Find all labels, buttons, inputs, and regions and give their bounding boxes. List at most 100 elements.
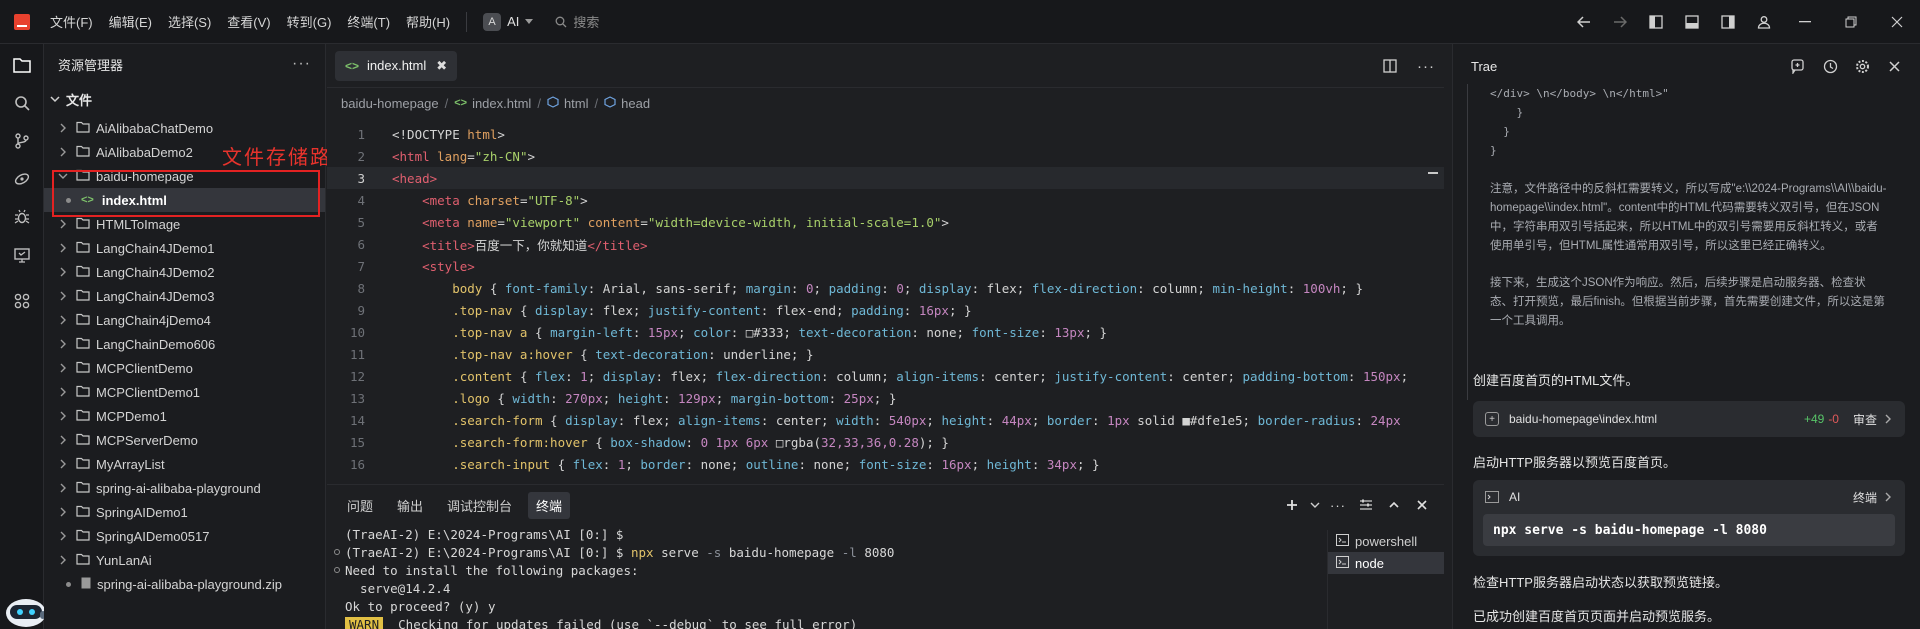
tab-debug-console[interactable]: 调试控制台 bbox=[439, 492, 520, 519]
code-token: { bbox=[580, 346, 596, 362]
tab-output[interactable]: 输出 bbox=[389, 492, 431, 519]
code-token: ; bbox=[813, 280, 829, 296]
folder-item[interactable]: HTMLToImage bbox=[44, 212, 325, 236]
chevron-down-icon[interactable] bbox=[1306, 500, 1324, 510]
command-status-icon bbox=[331, 567, 343, 573]
review-button[interactable]: 审查 bbox=[1853, 411, 1877, 428]
breadcrumb-item[interactable]: index.html bbox=[472, 96, 531, 111]
menu-item-5[interactable]: 终端(T) bbox=[347, 12, 390, 31]
file-change-card[interactable]: + baidu-homepage\index.html +49 -0 审查 bbox=[1473, 401, 1905, 437]
tab-terminal[interactable]: 终端 bbox=[528, 491, 571, 519]
remote-explorer-icon[interactable] bbox=[0, 236, 44, 274]
folder-item[interactable]: MyArrayList bbox=[44, 452, 325, 476]
chevron-right-icon bbox=[1885, 492, 1891, 502]
folder-item[interactable]: MCPClientDemo1 bbox=[44, 380, 325, 404]
code-token: height bbox=[941, 412, 987, 428]
search-icon bbox=[555, 16, 567, 27]
search-input[interactable]: 搜索 bbox=[555, 12, 599, 31]
ai-mode-selector[interactable]: A AI bbox=[483, 12, 534, 31]
menu-item-3[interactable]: 查看(V) bbox=[227, 12, 270, 31]
folder-item[interactable]: LangChainDemo606 bbox=[44, 332, 325, 356]
code-token: <head> bbox=[392, 170, 438, 186]
code-token: 100vh bbox=[1302, 280, 1341, 296]
menu-item-2[interactable]: 选择(S) bbox=[168, 12, 211, 31]
folder-item[interactable]: AiAlibabaChatDemo bbox=[44, 116, 325, 140]
menu-item-4[interactable]: 转到(G) bbox=[287, 12, 332, 31]
close-panel-icon[interactable] bbox=[1408, 500, 1436, 510]
more-actions-icon[interactable]: ··· bbox=[292, 55, 311, 73]
code-token: "UTF-8" bbox=[527, 192, 581, 208]
folder-item[interactable]: SpringAIDemo1 bbox=[44, 500, 325, 524]
folder-item[interactable]: YunLanAi bbox=[44, 548, 325, 572]
menu-item-1[interactable]: 编辑(E) bbox=[109, 12, 152, 31]
settings-gear-icon[interactable] bbox=[1846, 59, 1878, 74]
maximize-panel-icon[interactable] bbox=[1380, 500, 1408, 510]
code-token: .search-input bbox=[392, 456, 558, 472]
split-editor-icon[interactable] bbox=[1372, 59, 1408, 73]
more-actions-icon[interactable]: ··· bbox=[1408, 58, 1444, 75]
code-token: : center; bbox=[1167, 368, 1243, 384]
chevron-right-icon bbox=[56, 555, 70, 565]
folder-item[interactable]: MCPServerDemo bbox=[44, 428, 325, 452]
toggle-sidebar-icon[interactable] bbox=[1638, 0, 1674, 44]
code-token: 1 bbox=[580, 368, 588, 384]
minimize-icon[interactable] bbox=[1782, 0, 1828, 44]
code-token: = bbox=[497, 214, 505, 230]
terminal-output[interactable]: (TraeAI-2) E:\2024-Programs\AI [0:] $ (Tr… bbox=[327, 525, 1317, 629]
extensions-icon[interactable] bbox=[0, 282, 44, 320]
tab-problems[interactable]: 问题 bbox=[339, 492, 381, 519]
folder-item[interactable]: MCPDemo1 bbox=[44, 404, 325, 428]
file-item-index-html[interactable]: <> index.html bbox=[44, 188, 325, 212]
close-window-icon[interactable] bbox=[1874, 0, 1920, 44]
code-text: .top-nav a:hover { text-decoration: unde… bbox=[392, 347, 813, 362]
chevron-right-icon bbox=[56, 507, 70, 517]
remote-icon[interactable] bbox=[0, 160, 44, 198]
folder-item[interactable]: SpringAIDemo0517 bbox=[44, 524, 325, 548]
toggle-chat-icon[interactable] bbox=[1710, 0, 1746, 44]
line-number: 10 bbox=[349, 324, 365, 340]
code-editor[interactable]: 1 <!DOCTYPE html> 2 <html lang="zh-CN"> 3 <he… bbox=[327, 123, 1444, 484]
folder-item[interactable]: LangChain4JDemo2 bbox=[44, 260, 325, 284]
code-token: { bbox=[519, 368, 535, 384]
forward-arrow-icon[interactable] bbox=[1602, 0, 1638, 44]
folder-item[interactable]: LangChain4JDemo1 bbox=[44, 236, 325, 260]
line-number: 4 bbox=[357, 192, 365, 208]
terminal-instance-node[interactable]: node bbox=[1328, 552, 1444, 574]
folder-item[interactable]: LangChain4jDemo4 bbox=[44, 308, 325, 332]
breadcrumb-item[interactable]: html bbox=[564, 96, 589, 111]
code-token: font-size bbox=[971, 324, 1040, 340]
panel-layout-icon[interactable] bbox=[1352, 499, 1380, 511]
back-arrow-icon[interactable] bbox=[1566, 0, 1602, 44]
menu-item-0[interactable]: 文件(F) bbox=[50, 12, 93, 31]
terminal-instance-powershell[interactable]: powershell bbox=[1328, 530, 1444, 552]
code-token: : □#333; bbox=[730, 324, 799, 340]
close-icon[interactable] bbox=[1878, 60, 1910, 72]
file-label: spring-ai-alibaba-playground.zip bbox=[97, 576, 282, 592]
more-actions-icon[interactable]: ··· bbox=[1324, 498, 1352, 513]
breadcrumb-item[interactable]: head bbox=[621, 96, 650, 111]
new-chat-icon[interactable] bbox=[1782, 58, 1814, 74]
source-control-icon[interactable] bbox=[0, 122, 44, 160]
folder-item[interactable]: LangChain4JDemo3 bbox=[44, 284, 325, 308]
breadcrumb-item[interactable]: baidu-homepage bbox=[341, 96, 439, 111]
explorer-icon[interactable] bbox=[0, 46, 44, 84]
tab-index-html[interactable]: <> index.html ✖ bbox=[335, 50, 458, 81]
folder-item[interactable]: spring-ai-alibaba-playground bbox=[44, 476, 325, 500]
menu-item-6[interactable]: 帮助(H) bbox=[406, 12, 450, 31]
search-icon[interactable] bbox=[0, 84, 44, 122]
history-icon[interactable] bbox=[1814, 59, 1846, 74]
files-section-header[interactable]: 文件 bbox=[44, 86, 325, 112]
toggle-panel-icon[interactable] bbox=[1674, 0, 1710, 44]
restore-icon[interactable] bbox=[1828, 0, 1874, 44]
file-item-zip[interactable]: spring-ai-alibaba-playground.zip bbox=[44, 572, 325, 596]
account-icon[interactable] bbox=[1746, 0, 1782, 44]
open-terminal-button[interactable]: 终端 bbox=[1853, 489, 1877, 506]
folder-item[interactable]: MCPClientDemo bbox=[44, 356, 325, 380]
debug-icon[interactable] bbox=[0, 198, 44, 236]
new-terminal-icon[interactable] bbox=[1278, 499, 1306, 511]
assistant-robot-icon[interactable] bbox=[4, 585, 46, 629]
close-tab-icon[interactable]: ✖ bbox=[436, 58, 447, 74]
folder-label: MCPClientDemo bbox=[96, 360, 193, 376]
folder-icon bbox=[76, 241, 90, 256]
explorer-title: 资源管理器 bbox=[58, 57, 124, 73]
